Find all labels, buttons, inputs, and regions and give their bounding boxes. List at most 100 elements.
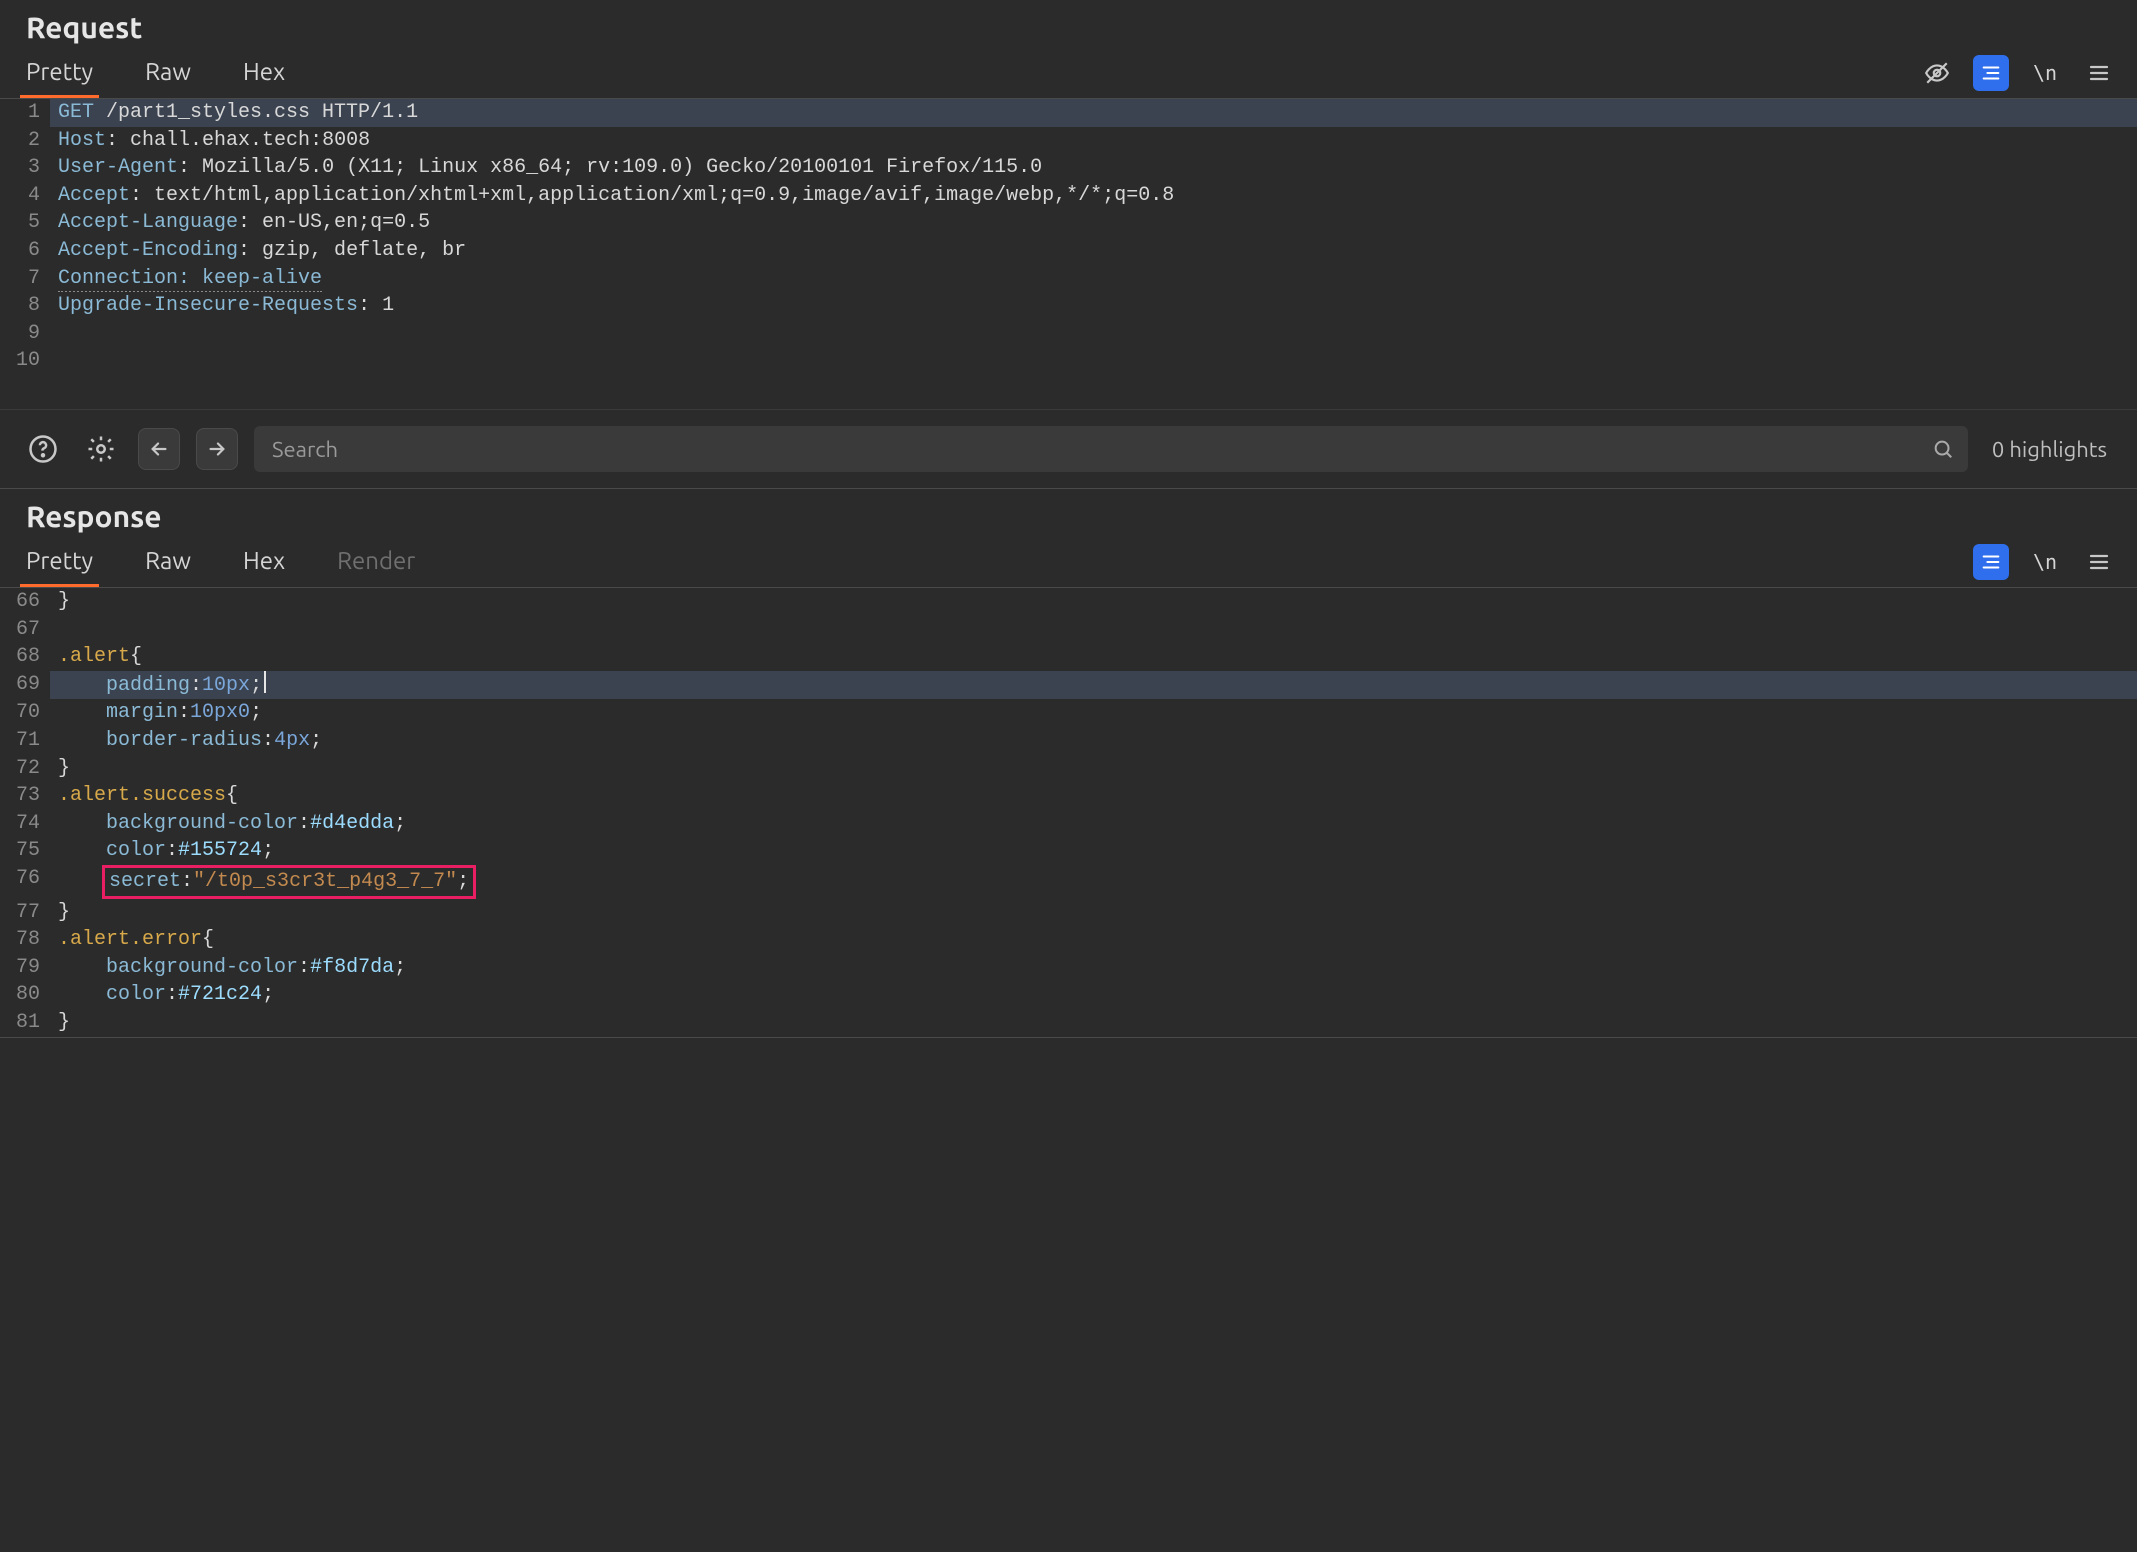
tab-response-hex[interactable]: Hex [237,537,291,587]
code-line[interactable]: 4Accept: text/html,application/xhtml+xml… [0,182,2137,210]
code-content[interactable]: Accept: text/html,application/xhtml+xml,… [50,182,2137,210]
code-line[interactable]: 1GET /part1_styles.css HTTP/1.1 [0,99,2137,127]
help-icon[interactable] [22,428,64,470]
line-number: 5 [0,209,50,237]
line-number: 6 [0,237,50,265]
code-line[interactable]: 71 border-radius:4px; [0,727,2137,755]
tab-request-pretty[interactable]: Pretty [20,48,99,98]
code-line[interactable]: 79 background-color:#f8d7da; [0,954,2137,982]
code-content[interactable]: border-radius:4px; [50,727,2137,755]
line-number: 7 [0,265,50,293]
code-content[interactable]: margin:10px0; [50,699,2137,727]
code-line[interactable]: 72} [0,755,2137,783]
code-line[interactable]: 6Accept-Encoding: gzip, deflate, br [0,237,2137,265]
search-input[interactable]: Search [254,426,1968,472]
line-number: 66 [0,588,50,616]
code-content[interactable]: background-color:#f8d7da; [50,954,2137,982]
code-content[interactable]: .alert{ [50,643,2137,671]
code-content[interactable]: } [50,899,2137,927]
menu-icon[interactable] [2081,55,2117,91]
code-content[interactable]: } [50,755,2137,783]
code-content[interactable]: background-color:#d4edda; [50,810,2137,838]
tab-response-raw[interactable]: Raw [139,537,197,587]
code-content[interactable]: } [50,1009,2137,1037]
code-line[interactable]: 3User-Agent: Mozilla/5.0 (X11; Linux x86… [0,154,2137,182]
newline-toggle[interactable]: \n [2027,55,2063,91]
tab-request-hex[interactable]: Hex [237,48,291,98]
line-number: 74 [0,810,50,838]
code-line[interactable]: 69 padding:10px; [0,671,2137,700]
line-number: 75 [0,837,50,865]
arrow-right-icon[interactable] [196,428,238,470]
code-line[interactable]: 8Upgrade-Insecure-Requests: 1 [0,292,2137,320]
code-content[interactable]: color:#155724; [50,837,2137,865]
code-content[interactable]: } [50,588,2137,616]
line-number: 71 [0,727,50,755]
highlights-count: 0 highlights [1984,437,2115,462]
code-content[interactable]: User-Agent: Mozilla/5.0 (X11; Linux x86_… [50,154,2137,182]
line-number: 80 [0,981,50,1009]
code-line[interactable]: 68.alert{ [0,643,2137,671]
code-content[interactable] [50,616,2137,644]
code-line[interactable]: 66} [0,588,2137,616]
newline-toggle[interactable]: \n [2027,544,2063,580]
line-number: 81 [0,1009,50,1037]
response-tabbar: Pretty Raw Hex Render \n [0,537,2137,588]
line-number: 8 [0,292,50,320]
line-number: 2 [0,127,50,155]
line-number: 76 [0,865,50,899]
code-line[interactable]: 70 margin:10px0; [0,699,2137,727]
request-tabbar: Pretty Raw Hex \n [0,48,2137,99]
code-content[interactable]: GET /part1_styles.css HTTP/1.1 [50,99,2137,127]
code-line[interactable]: 2Host: chall.ehax.tech:8008 [0,127,2137,155]
code-line[interactable]: 75 color:#155724; [0,837,2137,865]
annotation-highlight: secret:"/t0p_s3cr3t_p4g3_7_7"; [102,865,476,899]
response-toolbar: \n [1973,544,2117,580]
code-line[interactable]: 76 secret:"/t0p_s3cr3t_p4g3_7_7"; [0,865,2137,899]
request-editor[interactable]: 1GET /part1_styles.css HTTP/1.12Host: ch… [0,99,2137,409]
code-content[interactable]: padding:10px; [50,671,2137,700]
line-number: 79 [0,954,50,982]
code-content[interactable] [50,347,2137,375]
tab-response-render[interactable]: Render [331,537,421,587]
code-line[interactable]: 81} [0,1009,2137,1037]
code-content[interactable]: .alert.success{ [50,782,2137,810]
code-line[interactable]: 9 [0,320,2137,348]
code-line[interactable]: 67 [0,616,2137,644]
code-line[interactable]: 7Connection: keep-alive [0,265,2137,293]
editor-search-bar: Search 0 highlights [0,409,2137,488]
response-editor[interactable]: 66}6768.alert{69 padding:10px;70 margin:… [0,588,2137,1037]
code-line[interactable]: 78.alert.error{ [0,926,2137,954]
line-number: 69 [0,671,50,700]
line-number: 70 [0,699,50,727]
code-line[interactable]: 80 color:#721c24; [0,981,2137,1009]
code-content[interactable]: .alert.error{ [50,926,2137,954]
line-number: 3 [0,154,50,182]
response-pane: Response Pretty Raw Hex Render \n 66}676… [0,489,2137,1038]
code-content[interactable]: secret:"/t0p_s3cr3t_p4g3_7_7"; [50,865,2137,899]
gear-icon[interactable] [80,428,122,470]
code-content[interactable] [50,320,2137,348]
arrow-left-icon[interactable] [138,428,180,470]
tab-response-pretty[interactable]: Pretty [20,537,99,587]
eye-off-icon[interactable] [1919,55,1955,91]
code-line[interactable]: 10 [0,347,2137,375]
line-number: 9 [0,320,50,348]
code-line[interactable]: 77} [0,899,2137,927]
code-line[interactable]: 5Accept-Language: en-US,en;q=0.5 [0,209,2137,237]
code-line[interactable]: 74 background-color:#d4edda; [0,810,2137,838]
code-content[interactable]: Accept-Language: en-US,en;q=0.5 [50,209,2137,237]
line-number: 10 [0,347,50,375]
beautify-icon[interactable] [1973,55,2009,91]
line-number: 67 [0,616,50,644]
menu-icon[interactable] [2081,544,2117,580]
tab-request-raw[interactable]: Raw [139,48,197,98]
code-content[interactable]: Upgrade-Insecure-Requests: 1 [50,292,2137,320]
code-content[interactable]: Host: chall.ehax.tech:8008 [50,127,2137,155]
code-line[interactable]: 73.alert.success{ [0,782,2137,810]
code-content[interactable]: Accept-Encoding: gzip, deflate, br [50,237,2137,265]
code-content[interactable]: color:#721c24; [50,981,2137,1009]
beautify-icon[interactable] [1973,544,2009,580]
code-content[interactable]: Connection: keep-alive [50,265,2137,293]
line-number: 77 [0,899,50,927]
